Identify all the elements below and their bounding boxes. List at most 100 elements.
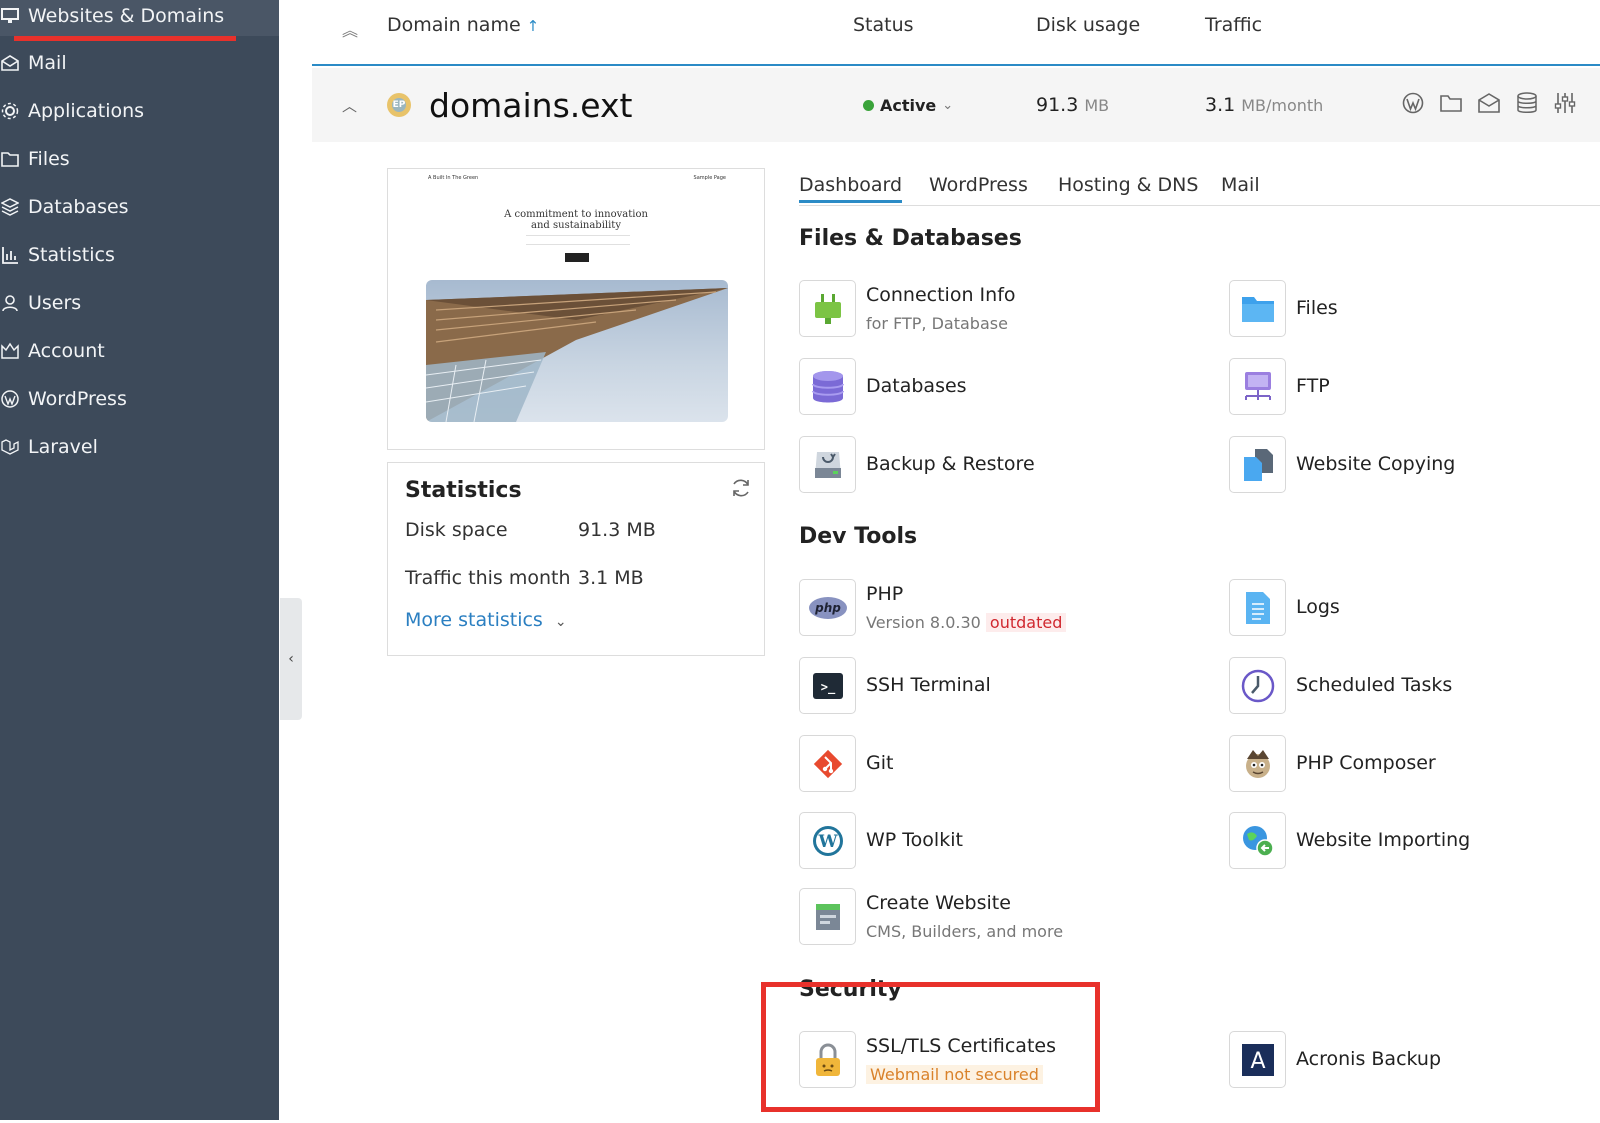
tool-name: Git (866, 752, 894, 774)
envelope-icon (0, 53, 20, 73)
tool-ftp[interactable]: FTP (1229, 358, 1529, 416)
column-disk-usage[interactable]: Disk usage (1036, 14, 1140, 36)
monitor-icon (0, 6, 20, 26)
status-dropdown[interactable]: Active ⌄ (863, 68, 953, 142)
row-actions (1394, 68, 1584, 142)
chevron-down-icon: ⌄ (942, 97, 954, 113)
traffic-month-value: 3.1 MB (578, 567, 644, 589)
composer-icon (1229, 735, 1286, 792)
sidebar-item-label: Websites & Domains (28, 5, 225, 27)
domain-name-link[interactable]: domains.ext (429, 68, 632, 142)
domain-row[interactable]: ︿ EP domains.ext Active ⌄ 91.3 MB 3.1 MB… (312, 68, 1600, 142)
log-file-icon (1229, 579, 1286, 636)
folder-icon (0, 149, 20, 169)
sliders-icon[interactable] (1546, 92, 1584, 119)
tool-create-website[interactable]: Create Website CMS, Builders, and more (799, 888, 1179, 946)
tool-ssh-terminal[interactable]: >_ SSH Terminal (799, 657, 1179, 715)
tool-connection-info[interactable]: Connection Info for FTP, Database (799, 280, 1179, 338)
mail-icon[interactable] (1470, 92, 1508, 118)
tool-files[interactable]: Files (1229, 280, 1529, 338)
sidebar-item-wordpress[interactable]: WordPress (0, 379, 279, 419)
ftp-icon (1229, 358, 1286, 415)
tool-name: FTP (1296, 375, 1330, 397)
php-icon: php (799, 579, 856, 636)
tool-php[interactable]: php PHP Version 8.0.30 outdated (799, 579, 1179, 637)
tab-hosting-dns[interactable]: Hosting & DNS (1058, 174, 1198, 196)
tool-php-composer[interactable]: PHP Composer (1229, 735, 1529, 793)
sidebar-item-label: Files (28, 148, 70, 170)
wordpress-icon-text: W (817, 832, 838, 852)
traffic-value: 3.1 MB/month (1205, 68, 1323, 142)
plug-icon (799, 280, 856, 337)
tool-name: PHP (866, 583, 904, 605)
sidebar-item-databases[interactable]: Databases (0, 187, 279, 227)
tab-wordpress[interactable]: WordPress (929, 174, 1028, 196)
tool-name: Website Copying (1296, 453, 1456, 475)
site-preview[interactable]: A Built In The Green Sample Page A commi… (387, 168, 765, 450)
tool-git[interactable]: Git (799, 735, 1179, 793)
status-badge: Active (880, 95, 937, 115)
tool-name: PHP Composer (1296, 752, 1436, 774)
sidebar-item-statistics[interactable]: Statistics (0, 235, 279, 275)
tab-dashboard[interactable]: Dashboard (799, 174, 903, 203)
domain-avatar-cell: EP (387, 68, 411, 142)
database-icon[interactable] (1508, 91, 1546, 119)
preview-text-lines (526, 235, 630, 245)
tool-name: Scheduled Tasks (1296, 674, 1453, 696)
tool-name: SSH Terminal (866, 674, 991, 696)
preview-button (565, 253, 589, 262)
sidebar-collapse-button[interactable]: ‹ (280, 598, 302, 720)
tool-databases[interactable]: Databases (799, 358, 1179, 416)
database-icon (0, 197, 20, 217)
preview-nav-link: Sample Page (693, 175, 726, 181)
tool-website-importing[interactable]: Website Importing (1229, 812, 1529, 870)
more-statistics-link[interactable]: More statistics ⌄ (405, 609, 567, 631)
section-dev-tools: Dev Tools (799, 524, 918, 549)
tool-website-copying[interactable]: Website Copying (1229, 436, 1529, 494)
disk-unit: MB (1084, 95, 1110, 115)
sidebar-item-label: Mail (28, 52, 67, 74)
folder-icon[interactable] (1432, 93, 1470, 118)
column-traffic[interactable]: Traffic (1205, 14, 1262, 36)
avatar-text: EP (392, 100, 406, 110)
chevron-down-icon: ⌄ (554, 614, 567, 630)
tool-logs[interactable]: Logs (1229, 579, 1529, 637)
collapse-row-icon[interactable]: ︿ (342, 68, 357, 142)
tool-subtitle: Version 8.0.30 outdated (866, 613, 1067, 632)
sidebar-item-laravel[interactable]: Laravel (0, 427, 279, 467)
statistics-panel: Statistics Disk space 91.3 MB Traffic th… (387, 462, 765, 656)
active-indicator (14, 36, 236, 41)
column-label: Domain name (387, 14, 521, 36)
tab-mail[interactable]: Mail (1221, 174, 1260, 196)
traffic-number: 3.1 (1205, 94, 1236, 116)
refresh-icon[interactable] (730, 477, 752, 503)
disk-space-value: 91.3 MB (578, 519, 656, 541)
preview-headline-line: and sustainability (531, 220, 621, 231)
sidebar-item-applications[interactable]: Applications (0, 91, 279, 131)
sidebar-item-account[interactable]: Account (0, 331, 279, 371)
laravel-icon (0, 437, 20, 457)
bar-chart-icon (0, 245, 20, 265)
tool-name: Logs (1296, 596, 1340, 618)
collapse-all-icon[interactable]: ︽ (342, 17, 358, 41)
sidebar-item-label: Databases (28, 196, 129, 218)
php-icon-text: php (814, 601, 841, 615)
sidebar-item-websites-domains[interactable]: Websites & Domains (0, 0, 279, 36)
sidebar-item-users[interactable]: Users (0, 283, 279, 323)
column-domain-name[interactable]: Domain name ↑ (387, 14, 539, 36)
sidebar-item-label: WordPress (28, 388, 127, 410)
column-status[interactable]: Status (853, 14, 914, 36)
wordpress-icon[interactable] (1394, 92, 1432, 119)
tool-wp-toolkit[interactable]: W WP Toolkit (799, 812, 1179, 870)
tool-acronis-backup[interactable]: A Acronis Backup (1229, 1031, 1529, 1089)
tool-scheduled-tasks[interactable]: Scheduled Tasks (1229, 657, 1529, 715)
globe-import-icon (1229, 812, 1286, 869)
tool-backup-restore[interactable]: Backup & Restore (799, 436, 1179, 494)
tool-name: Website Importing (1296, 829, 1471, 851)
sidebar-item-files[interactable]: Files (0, 139, 279, 179)
sidebar-item-label: Applications (28, 100, 145, 122)
sidebar-item-mail[interactable]: Mail (0, 43, 279, 83)
highlight-annotation (761, 982, 1100, 1112)
database-icon (799, 358, 856, 415)
preview-headline: A commitment to innovation and sustainab… (388, 209, 764, 231)
